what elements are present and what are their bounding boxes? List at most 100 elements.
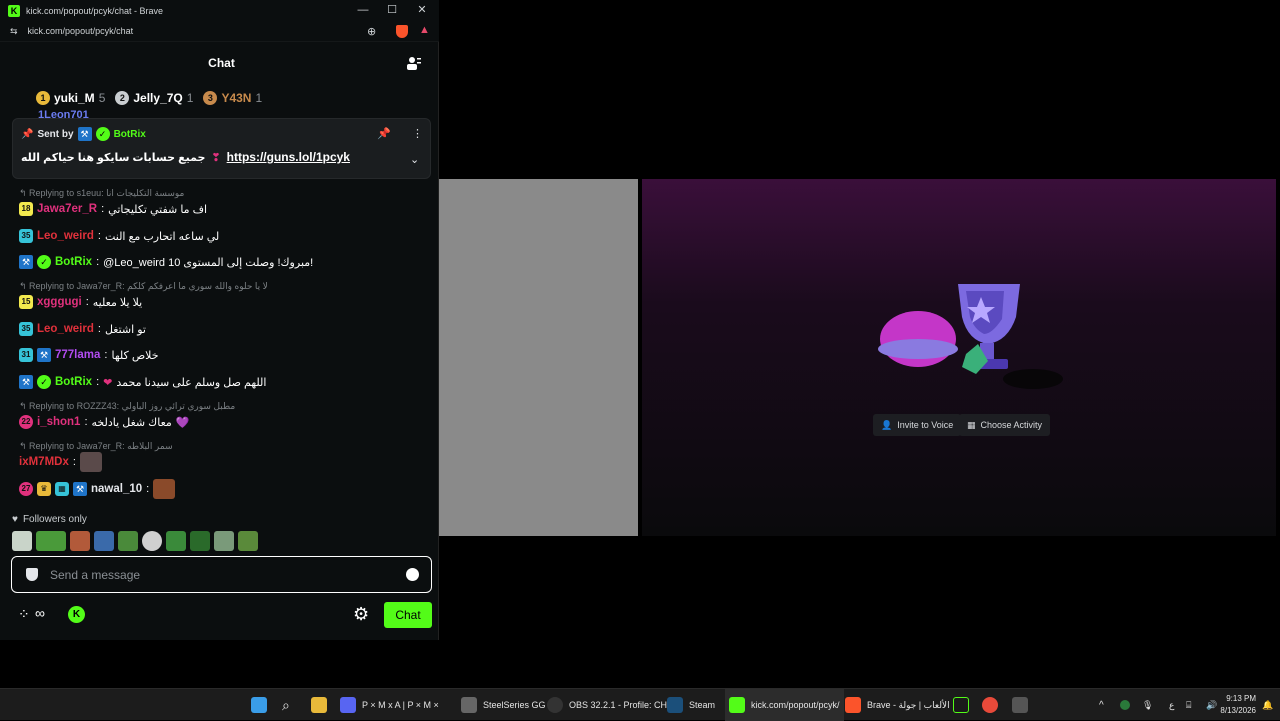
window-title: kick.com/popout/pcyk/chat - Brave [26,5,164,16]
address-bar[interactable]: ⇆ kick.com/popout/pcyk/chat ⊕ ▲ [0,21,439,42]
pinned-sender[interactable]: BotRix [114,129,146,140]
followers-only-label: Followers only [22,514,87,525]
language-indicator[interactable]: ع [1169,689,1174,721]
chevron-down-icon[interactable]: ⌄ [410,153,419,166]
taskbar-item-label: P × M x A | P × M × [362,700,439,710]
clock-date: 8/13/2026 [1220,706,1256,715]
emote-button[interactable] [94,531,114,551]
reply-icon: ↰ [19,281,30,291]
chat-username[interactable]: Jawa7er_R [37,203,97,215]
chat-username[interactable]: nawal_10 [91,483,142,495]
chat-username[interactable]: BotRix [55,256,92,268]
emote-image [153,479,176,499]
taskbar-item[interactable]: P × M x A | P × M × [340,689,439,721]
close-icon[interactable]: ✕ [415,3,429,17]
file-explorer-button[interactable] [311,689,327,721]
emote-button[interactable] [238,531,258,551]
heart-icon: ♥ [12,514,18,525]
chat-username[interactable]: xgggugi [37,296,82,308]
emote-button[interactable] [190,531,210,551]
sub-badge: 15 [19,295,33,309]
tray-icon[interactable] [1120,689,1130,721]
reply-icon: ↰ [19,441,30,451]
leaderboard-item[interactable]: 3 Y43N 1 [203,91,262,105]
chat-message: ixM7MDx: [19,452,102,472]
taskbar-item[interactable]: SteelSeries GG [461,689,546,721]
pin-icon: 📌 [21,128,34,140]
taskbar-item-label: OBS 32.2.1 - Profile: CH/ [569,700,670,710]
chat-username[interactable]: Leo_weird [37,230,94,242]
pinned-text-row: جميع حسابات سايكو هنا حياكم الله ❣ https… [21,150,350,164]
reply-text: Replying to Jawa7er_R: سمر البلاطه [29,441,173,451]
choose-activity-button[interactable]: ▦ Choose Activity [959,414,1051,436]
site-settings-icon[interactable]: ⇆ [10,26,18,37]
reply-context: ↰ Replying to ROZZZ43: مطبل سوري ترائي ر… [19,401,235,412]
emote-button[interactable] [166,531,186,551]
taskbar-item[interactable]: Brave - الألعاب | جولة [845,689,950,721]
minimize-icon[interactable]: — [356,3,370,17]
reply-icon: ↰ [19,188,30,198]
taskbar-item-active[interactable]: kick.com/popout/pcyk/ [725,689,844,721]
moderator-badge-icon: ⚒ [73,482,87,496]
message-input[interactable] [50,565,390,585]
search-icon: ⌕ [282,696,290,713]
taskbar-app[interactable] [953,689,969,721]
volume-icon[interactable]: 🔊 [1206,689,1217,721]
points-icon[interactable]: ⁘ [18,606,30,623]
clock[interactable]: 9:13 PM 8/13/2026 [1220,693,1256,717]
taskbar-item-label: Steam [689,700,716,710]
gear-icon[interactable]: ⚙ [353,604,369,625]
notification-icon[interactable]: 🔔 [1262,689,1273,721]
taskbar-item-label: kick.com/popout/pcyk/ [751,700,840,710]
reply-context: ↰ Replying to Jawa7er_R: لا يا حلوه والل… [19,281,268,292]
tray-chevron-icon[interactable]: ^ [1099,689,1104,721]
title-bar: K kick.com/popout/pcyk/chat - Brave — ☐ … [0,0,439,21]
video-tile-grey [439,179,638,536]
chat-message: 35 Leo_weird: لي ساعه اتحارب مع النت [19,229,219,243]
more-options-icon[interactable]: ⋮ [412,127,423,140]
invite-to-voice-button[interactable]: 👤 Invite to Voice [873,414,962,436]
start-button[interactable] [251,689,267,721]
chat-username[interactable]: ixM7MDx [19,456,69,468]
emote-button[interactable] [70,531,90,551]
leaderboard-name: Jelly_7Q [133,91,183,105]
taskbar-item[interactable]: OBS 32.2.1 - Profile: CH/ [547,689,670,721]
chat-username[interactable]: Leo_weird [37,323,94,335]
maximize-icon[interactable]: ☐ [385,3,399,17]
pinned-header: 📌 Sent by ⚒ ✓ BotRix [21,127,146,141]
heart-icon: ❤ [103,376,113,389]
infinity-icon[interactable]: ∞ [35,605,45,621]
leaderboard-item[interactable]: 1 yuki_M 5 [36,91,105,105]
leaderboard-item[interactable]: 2 Jelly_7Q 1 [115,91,193,105]
sub-badge: 31 [19,348,33,362]
emote-button[interactable] [12,531,32,551]
taskbar-app[interactable] [982,689,998,721]
emote-button[interactable] [118,531,138,551]
brave-shield-icon[interactable] [396,25,408,38]
users-icon[interactable] [406,55,422,71]
search-button[interactable]: ⌕ [282,689,290,721]
chat-username[interactable]: 777lama [55,349,100,361]
network-icon[interactable]: ⌸ [1186,689,1191,721]
chat-username[interactable]: BotRix [55,376,92,388]
chat-username[interactable]: i_shon1 [37,416,80,428]
taskbar-item[interactable]: Steam [667,689,715,721]
leaderboard-count: 1 [255,91,263,105]
emote-button[interactable] [36,531,66,551]
taskbar-app[interactable] [1012,689,1028,721]
brave-rewards-icon[interactable]: ▲ [419,24,430,36]
zoom-icon[interactable]: ⊕ [367,25,376,38]
voice-activity-panel [642,179,1276,536]
emote-button[interactable] [214,531,234,551]
kick-coin-icon[interactable]: K [68,606,85,623]
pinned-link[interactable]: https://guns.lol/1pcyk [227,150,350,164]
tray-icon[interactable]: 🎙 [1142,689,1153,721]
sub-badge: 35 [19,322,33,336]
shield-icon[interactable] [26,568,38,581]
unpin-icon[interactable]: 📌 [377,127,391,140]
emote-button[interactable] [142,531,162,551]
send-chat-button[interactable]: Chat [384,602,432,628]
emoji-icon[interactable] [406,568,419,581]
url-text[interactable]: kick.com/popout/pcyk/chat [28,26,134,36]
chat-header: Chat [5,42,438,84]
